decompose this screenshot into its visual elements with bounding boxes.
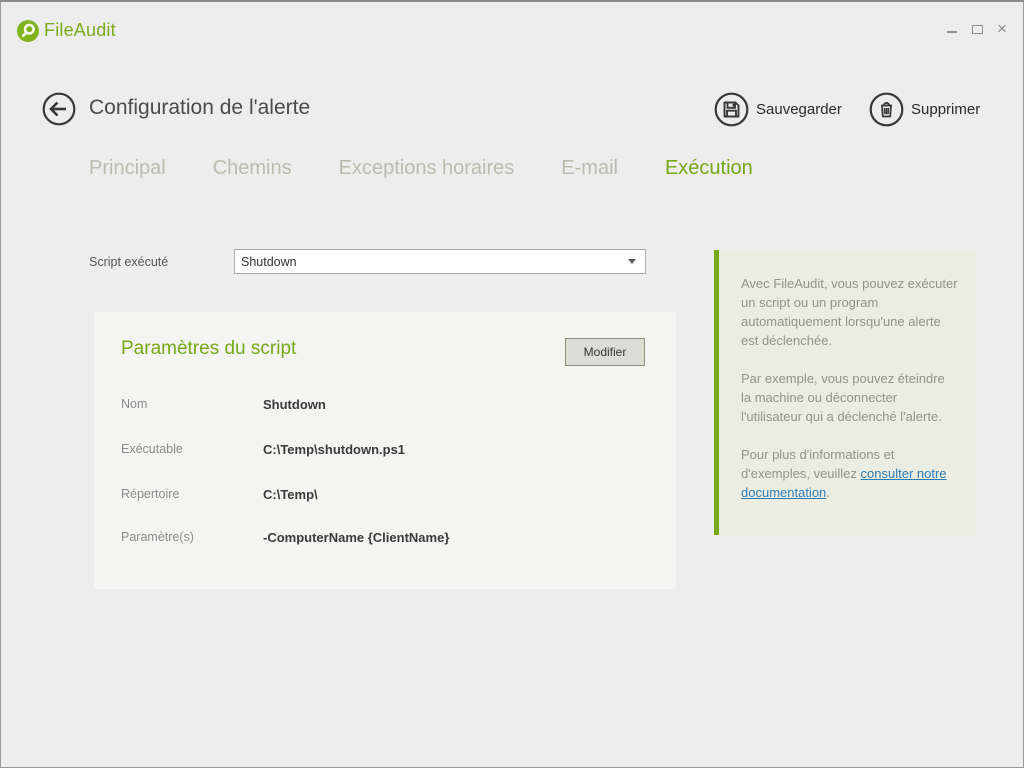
info-paragraph-3-suffix: . — [826, 485, 830, 500]
field-row-parametres: Paramètre(s) -ComputerName {ClientName} — [121, 530, 649, 546]
save-button[interactable]: Sauvegarder — [714, 92, 842, 127]
field-label: Répertoire — [121, 487, 179, 501]
delete-button-label: Supprimer — [911, 101, 980, 118]
panel-title: Paramètres du script — [121, 338, 296, 360]
maximize-icon[interactable] — [970, 22, 984, 36]
minimize-icon[interactable] — [945, 22, 959, 36]
tab-exceptions-horaires[interactable]: Exceptions horaires — [339, 157, 515, 180]
script-parameters-panel: Paramètres du script Modifier Nom Shutdo… — [94, 312, 676, 589]
script-dropdown-value: Shutdown — [235, 255, 628, 269]
tab-email[interactable]: E-mail — [561, 157, 618, 180]
tab-execution[interactable]: Exécution — [665, 157, 753, 180]
field-label: Paramètre(s) — [121, 530, 194, 544]
app-title: FileAudit — [44, 20, 116, 41]
field-label: Nom — [121, 397, 147, 411]
field-value: Shutdown — [263, 397, 326, 412]
fileaudit-logo-icon — [17, 20, 39, 42]
script-executed-label: Script exécuté — [89, 255, 168, 269]
field-value: C:\Temp\shutdown.ps1 — [263, 442, 405, 457]
field-value: -ComputerName {ClientName} — [263, 530, 449, 545]
window-controls: × — [945, 22, 1009, 36]
field-row-nom: Nom Shutdown — [121, 397, 649, 413]
page-title: Configuration de l'alerte — [89, 96, 310, 120]
trash-icon — [869, 92, 904, 127]
app-window: FileAudit × Configuration de l'alerte Sa… — [0, 0, 1024, 768]
tab-principal[interactable]: Principal — [89, 157, 166, 180]
script-dropdown[interactable]: Shutdown — [234, 249, 646, 274]
close-icon[interactable]: × — [995, 22, 1009, 36]
field-row-executable: Exécutable C:\Temp\shutdown.ps1 — [121, 442, 649, 458]
delete-button[interactable]: Supprimer — [869, 92, 980, 127]
tab-chemins[interactable]: Chemins — [213, 157, 292, 180]
title-bar: FileAudit × — [1, 2, 1023, 50]
info-paragraph-1: Avec FileAudit, vous pouvez exécuter un … — [741, 274, 958, 350]
back-button[interactable] — [42, 92, 76, 126]
field-row-repertoire: Répertoire C:\Temp\ — [121, 487, 649, 503]
info-paragraph-2: Par exemple, vous pouvez éteindre la mac… — [741, 369, 958, 426]
help-info-box: Avec FileAudit, vous pouvez exécuter un … — [714, 250, 976, 535]
modify-button[interactable]: Modifier — [565, 338, 645, 366]
chevron-down-icon — [628, 259, 636, 264]
floppy-disk-icon — [714, 92, 749, 127]
tab-bar: Principal Chemins Exceptions horaires E-… — [89, 157, 753, 180]
info-paragraph-3: Pour plus d'informations et d'exemples, … — [741, 445, 958, 502]
save-button-label: Sauvegarder — [756, 101, 842, 118]
field-value: C:\Temp\ — [263, 487, 318, 502]
field-label: Exécutable — [121, 442, 183, 456]
